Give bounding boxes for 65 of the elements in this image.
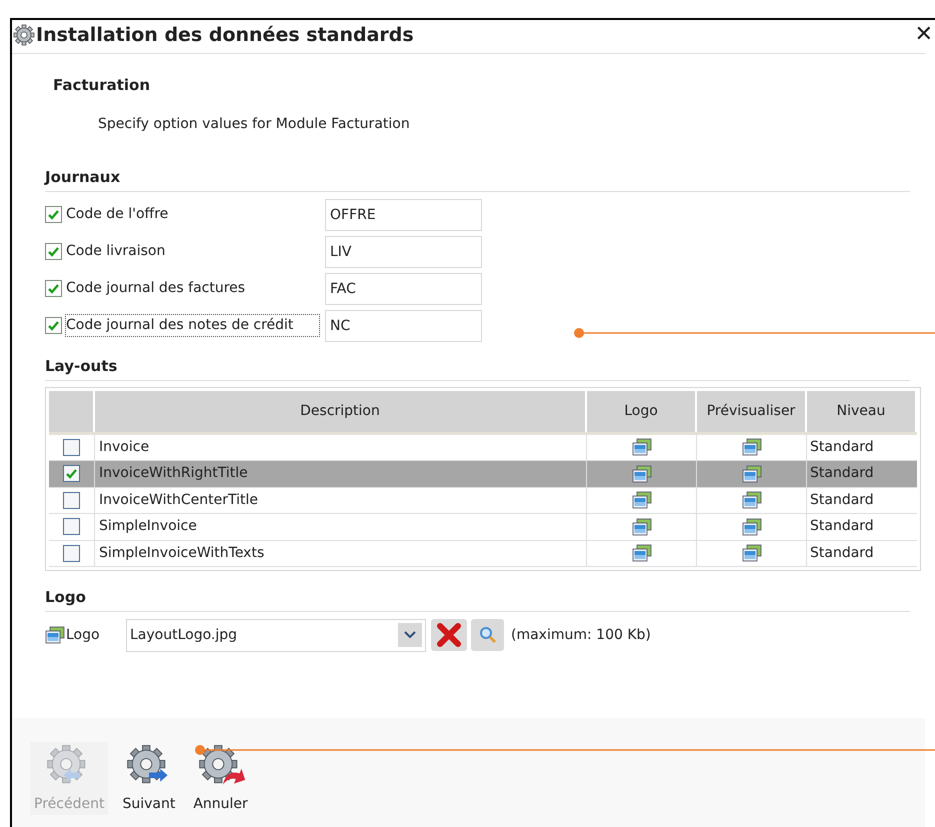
column-header: Logo: [624, 402, 658, 420]
checkbox[interactable]: [63, 438, 80, 456]
image-icon: [45, 626, 65, 644]
section-title: Logo: [45, 588, 86, 606]
wizard-button[interactable]: Suivant: [118, 742, 180, 815]
section-title: Journaux: [45, 168, 120, 186]
option-label: Code journal des notes de crédit: [66, 315, 319, 336]
image-icon: [632, 544, 652, 562]
option-label: Code journal des factures: [66, 279, 246, 298]
logo-label: Logo: [66, 626, 101, 644]
table-row[interactable]: InvoiceWithCenterTitle Standard: [49, 488, 917, 514]
table-cell-text: SimpleInvoiceWithTexts: [99, 544, 264, 563]
input-field[interactable]: NC: [325, 310, 482, 342]
search-icon: [478, 626, 496, 644]
table-row[interactable]: InvoiceWithRightTitle Standard: [49, 461, 917, 488]
section-title: Lay-outs: [45, 356, 118, 374]
table-cell-text: Invoice: [99, 438, 150, 457]
image-icon: [632, 491, 652, 510]
table-row[interactable]: Invoice Standard: [49, 434, 917, 461]
page-title: Facturation: [53, 75, 152, 96]
close-icon: [437, 623, 461, 647]
table-row[interactable]: SimpleInvoice Standard: [49, 514, 917, 540]
wizard-button[interactable]: Annuler: [189, 742, 252, 815]
table-cell-text: Standard: [810, 438, 874, 457]
input-field[interactable]: OFFRE: [325, 198, 482, 230]
checkbox[interactable]: [63, 492, 80, 509]
delete-button[interactable]: [431, 619, 467, 651]
table-cell-text: SimpleInvoice: [99, 517, 197, 536]
checkbox[interactable]: [63, 518, 80, 536]
image-icon: [742, 518, 762, 536]
image-icon: [742, 438, 762, 456]
page-description: Specify option values for Module Facturation: [98, 114, 411, 134]
input-field[interactable]: LIV: [325, 236, 482, 268]
table-row[interactable]: SimpleInvoiceWithTexts Standard: [49, 540, 917, 567]
image-icon: [632, 518, 652, 536]
image-icon: [742, 464, 762, 483]
option-label: Code de l'offre: [66, 205, 170, 224]
checkbox[interactable]: [63, 465, 80, 482]
checkbox[interactable]: [45, 317, 62, 334]
table-cell-text: Standard: [810, 464, 874, 484]
gear-icon: [13, 24, 35, 46]
checkbox[interactable]: [45, 280, 62, 297]
image-icon: [742, 544, 762, 562]
image-icon: [742, 491, 762, 510]
checkbox[interactable]: [45, 206, 62, 223]
window-title: Installation des données standards: [36, 22, 414, 48]
table-cell-text: Standard: [810, 517, 874, 536]
column-header: Prévisualiser: [706, 402, 796, 420]
table-cell-text: InvoiceWithRightTitle: [99, 464, 248, 484]
close-button[interactable]: ✕: [914, 24, 933, 46]
column-header: Description: [300, 402, 380, 420]
column-header: Niveau: [836, 402, 886, 420]
checkbox[interactable]: [45, 243, 62, 260]
image-icon: [632, 464, 652, 483]
chevron-down-icon: [404, 631, 416, 639]
size-hint: (maximum: 100 Kb): [511, 626, 651, 644]
image-icon: [632, 438, 652, 456]
input-field[interactable]: FAC: [325, 272, 482, 304]
table-cell-text: Standard: [810, 490, 874, 510]
table-cell-text: InvoiceWithCenterTitle: [99, 490, 258, 510]
table-cell-text: Standard: [810, 544, 874, 563]
logo-select[interactable]: LayoutLogo.jpg: [126, 618, 426, 652]
search-button[interactable]: [471, 619, 504, 651]
option-label: Code livraison: [66, 242, 166, 261]
checkbox[interactable]: [63, 544, 80, 562]
